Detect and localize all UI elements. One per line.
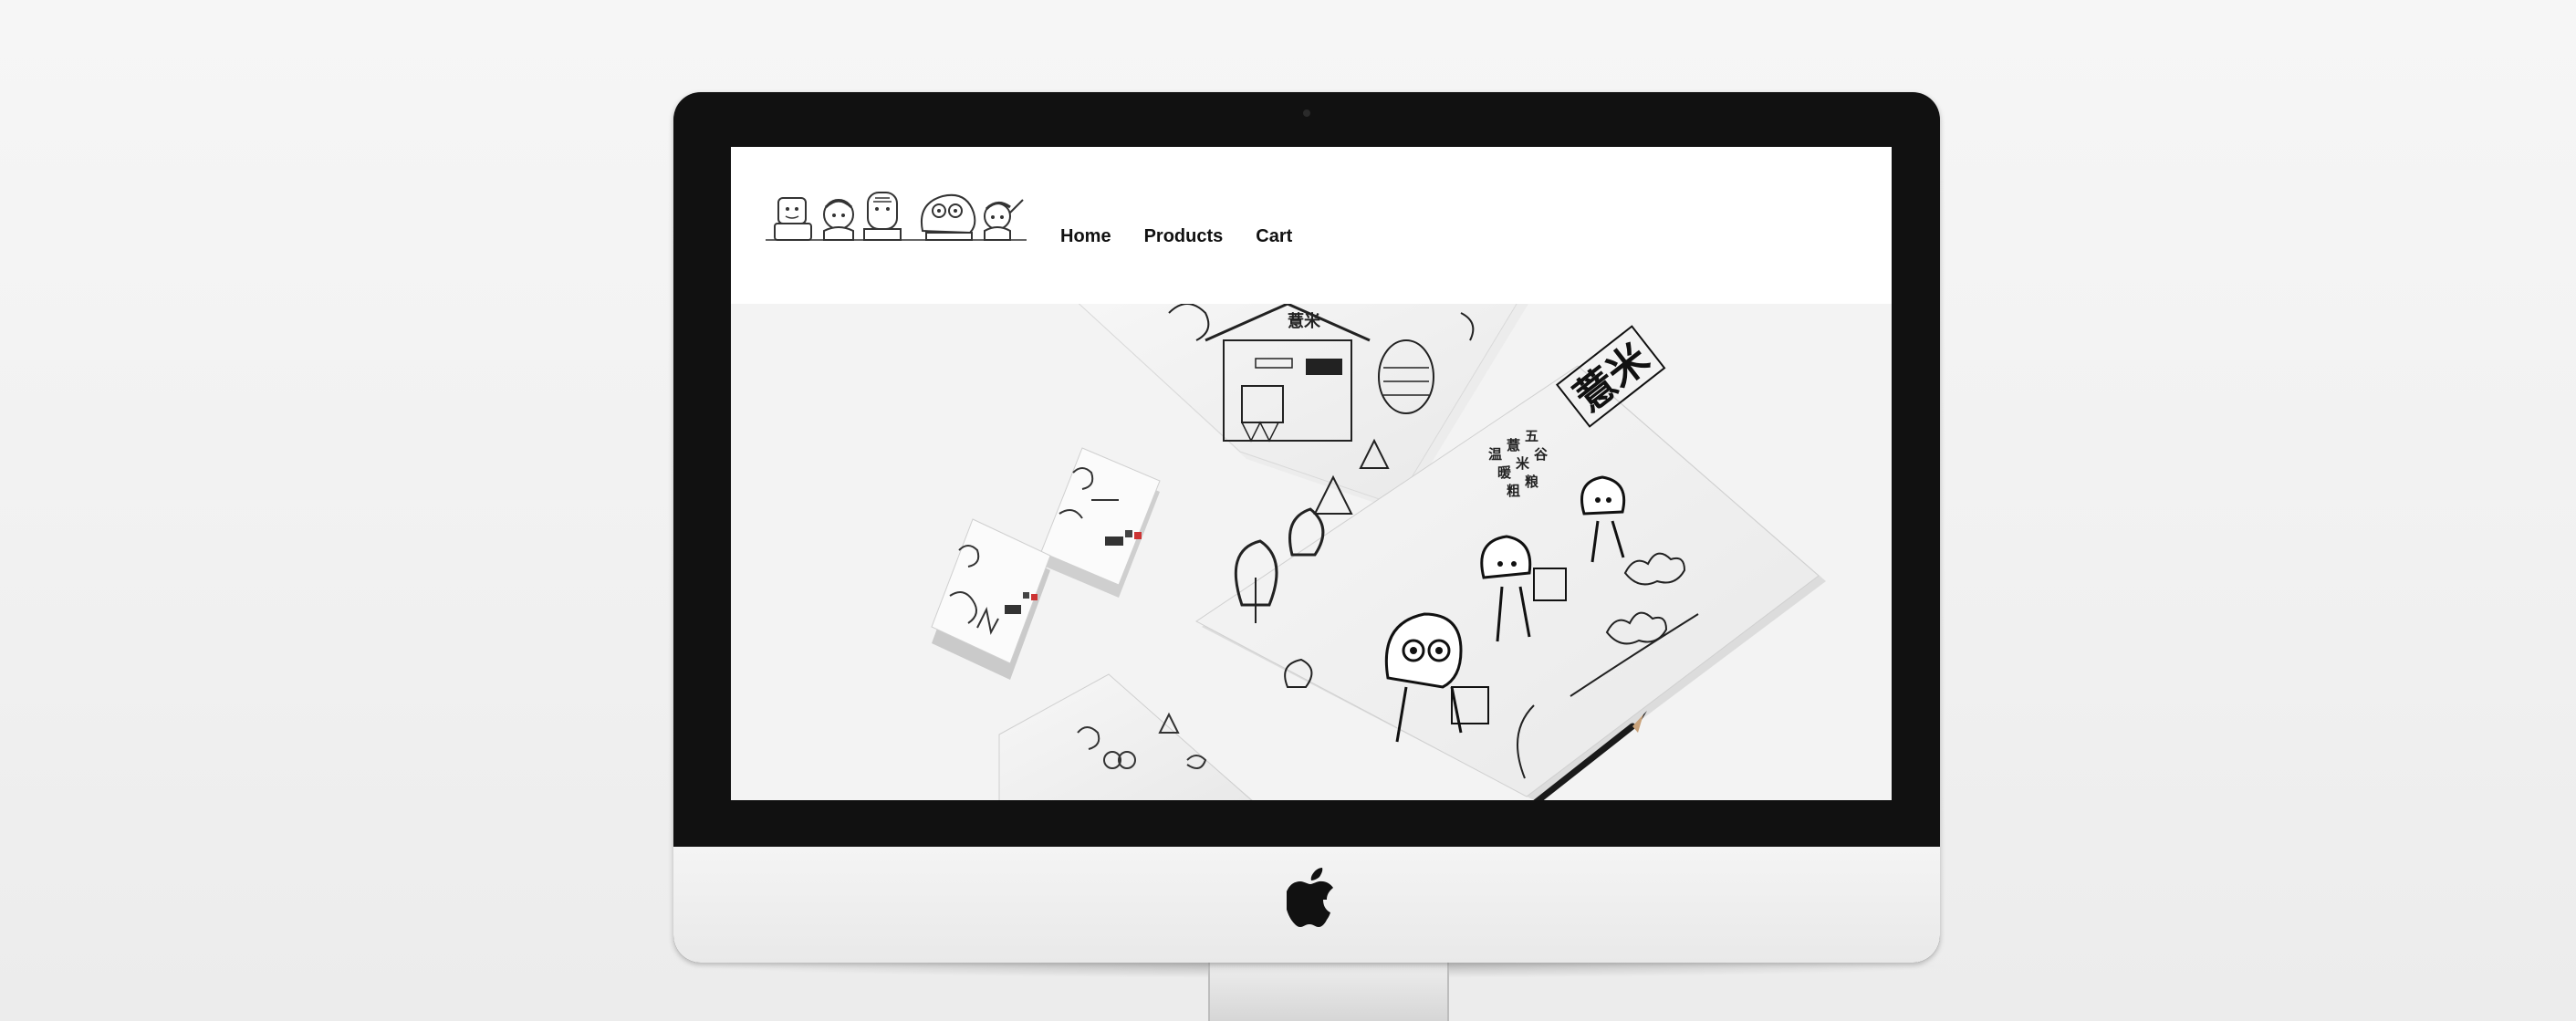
poster-line-1: 温 (1488, 446, 1502, 463)
poster-line-5: 米 (1516, 455, 1530, 472)
poster-line-3: 五 (1525, 428, 1538, 444)
mascot-logo-icon[interactable] (766, 185, 1028, 249)
poster-house-title: 薏米 (1288, 311, 1321, 331)
hero-banner-image: 薏米 薏米 温 薏 五 暖 米 谷 粗 粮 (731, 304, 1892, 800)
poster-line-8: 粮 (1525, 474, 1539, 490)
nav-home-link[interactable]: Home (1060, 226, 1111, 247)
camera-icon (1303, 109, 1310, 117)
poster-line-2: 薏 (1507, 437, 1520, 453)
nav-cart-link[interactable]: Cart (1256, 226, 1292, 247)
poster-line-4: 暖 (1497, 464, 1512, 481)
poster-line-7: 粗 (1507, 483, 1520, 499)
website-screen: Home Products Cart 薏米 薏米 温 薏 五 暖 米 谷 粗 粮 (731, 147, 1892, 800)
bottom-leaflet (998, 673, 1253, 800)
apple-icon (1287, 868, 1333, 927)
business-card-stack-back (1040, 447, 1161, 598)
imac-monitor: Home Products Cart 薏米 薏米 温 薏 五 暖 米 谷 粗 粮 (673, 92, 1940, 963)
poster-line-6: 谷 (1534, 446, 1549, 463)
imac-chin (673, 847, 1940, 963)
business-card-stack-front (931, 518, 1051, 680)
nav-products-link[interactable]: Products (1144, 226, 1224, 247)
site-header: Home Products Cart (731, 147, 1892, 304)
main-nav: Home Products Cart (1060, 226, 1292, 247)
stationery-mockup-illustration: 薏米 薏米 温 薏 五 暖 米 谷 粗 粮 (931, 304, 1826, 800)
